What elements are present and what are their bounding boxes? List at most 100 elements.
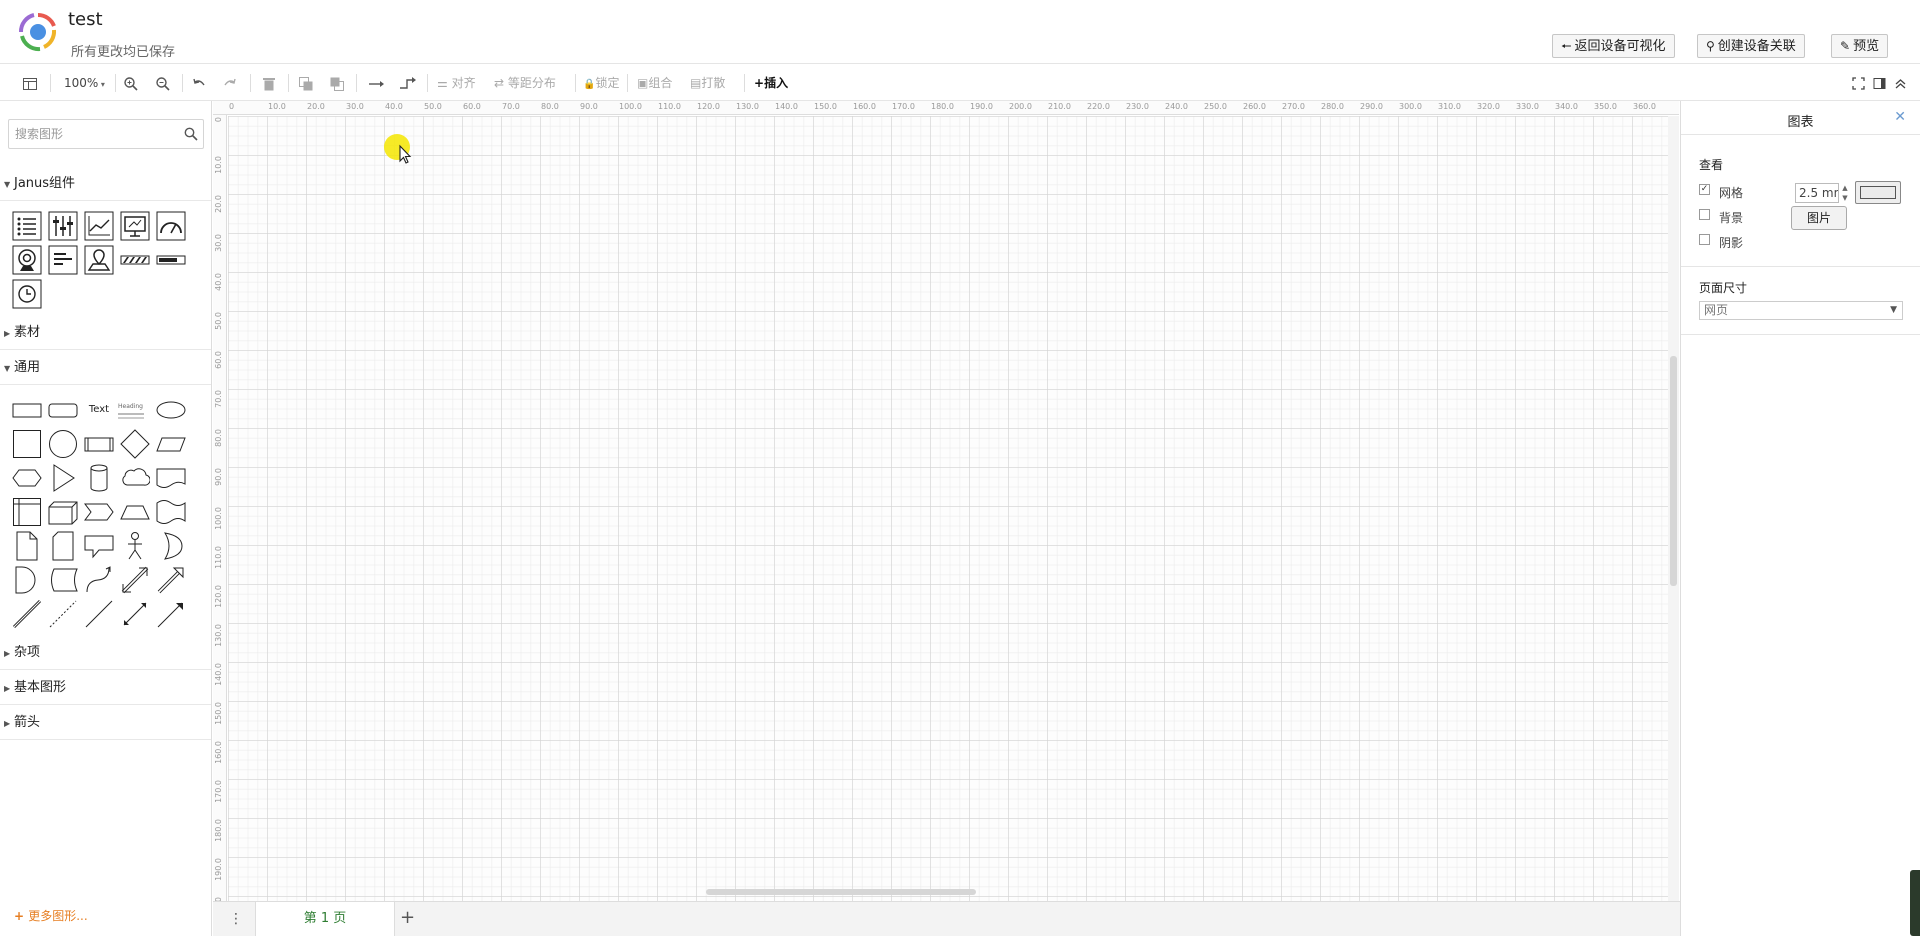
grid-color-button[interactable] — [1855, 181, 1901, 204]
tape-shape-icon[interactable] — [156, 497, 186, 527]
delay-shape-icon[interactable] — [12, 565, 42, 595]
list-widget-icon[interactable] — [12, 211, 42, 241]
search-icon[interactable] — [184, 127, 198, 141]
data-storage-shape-icon[interactable] — [48, 565, 78, 595]
back-to-visualization-button[interactable]: 🠔 返回设备可视化 — [1552, 34, 1675, 58]
text-shape-icon[interactable]: Text — [84, 395, 114, 425]
align-button[interactable]: ⚌ 对齐 — [437, 72, 476, 94]
card-shape-icon[interactable] — [48, 531, 78, 561]
webcam-widget-icon[interactable] — [12, 245, 42, 275]
section-basic-shapes[interactable]: ▶ 基本图形 — [0, 671, 211, 705]
rectangle-shape-icon[interactable] — [12, 395, 42, 425]
dashed-line-shape-icon[interactable] — [48, 599, 78, 629]
cube-shape-icon[interactable] — [48, 497, 78, 527]
zoom-in-icon[interactable] — [123, 72, 139, 94]
or-shape-icon[interactable] — [156, 531, 186, 561]
progress-bar-striped-icon[interactable] — [120, 245, 150, 275]
triangle-shape-icon[interactable] — [48, 463, 78, 493]
slider-widget-icon[interactable] — [48, 211, 78, 241]
section-arrows[interactable]: ▶ 箭头 — [0, 706, 211, 740]
text-block-widget-icon[interactable] — [48, 245, 78, 275]
section-misc[interactable]: ▶ 杂项 — [0, 636, 211, 670]
tab-page-1[interactable]: 第 1 页 — [255, 902, 395, 936]
link-shape-icon[interactable] — [12, 599, 42, 629]
callout-shape-icon[interactable] — [84, 531, 114, 561]
vertical-scrollbar-thumb[interactable] — [1670, 356, 1677, 586]
background-image-button[interactable]: 图片 — [1791, 206, 1847, 230]
section-general[interactable]: ▼ 通用 — [0, 351, 211, 385]
actor-shape-icon[interactable] — [120, 531, 150, 561]
grid-size-stepper[interactable]: ▲ ▼ — [1840, 183, 1850, 203]
grid-size-input[interactable]: 2.5 mm — [1795, 183, 1839, 203]
ruler-tick-label: 280.0 — [1321, 102, 1344, 111]
curve-shape-icon[interactable] — [84, 565, 114, 595]
document-shape-icon[interactable] — [156, 463, 186, 493]
rounded-rectangle-shape-icon[interactable] — [48, 395, 78, 425]
arrow-shape-icon[interactable] — [156, 565, 186, 595]
background-checkbox[interactable] — [1699, 209, 1710, 220]
document-title[interactable]: test — [68, 9, 103, 30]
heading-text-shape-icon[interactable]: Heading — [118, 395, 152, 425]
cloud-shape-icon[interactable] — [120, 463, 150, 493]
collapse-icon[interactable] — [1894, 72, 1907, 94]
redo-icon[interactable] — [222, 72, 238, 94]
close-icon[interactable]: ✕ — [1894, 109, 1906, 125]
grid-checkbox[interactable]: ✓ — [1699, 184, 1710, 195]
insert-menu-button[interactable]: +插入 — [754, 72, 788, 94]
toggle-format-panel-icon[interactable] — [1873, 72, 1886, 94]
vertical-ruler: 0 10.0 20.0 30.0 40.0 50.0 60.0 70.0 80.0 90.0 100… — [213, 115, 227, 920]
section-janus[interactable]: ▼ Janus组件 — [0, 167, 211, 201]
directional-connector-icon[interactable] — [156, 599, 186, 629]
fullscreen-icon[interactable] — [1852, 72, 1865, 94]
horizontal-scrollbar-thumb[interactable] — [706, 889, 976, 895]
diamond-shape-icon[interactable] — [120, 429, 150, 459]
lock-button[interactable]: 🔒锁定 — [583, 72, 619, 94]
square-shape-icon[interactable] — [12, 429, 42, 459]
page-size-select[interactable]: 网页 ▼ — [1699, 301, 1903, 320]
delete-icon[interactable] — [261, 72, 277, 94]
ruler-tick-label: 150.0 — [214, 702, 223, 725]
internal-storage-shape-icon[interactable] — [12, 497, 42, 527]
progress-bar-icon[interactable] — [156, 245, 186, 275]
cylinder-shape-icon[interactable] — [84, 463, 114, 493]
pages-menu-icon[interactable]: ⋮ — [229, 911, 243, 927]
bidirectional-connector-icon[interactable] — [120, 599, 150, 629]
line-shape-icon[interactable] — [84, 599, 114, 629]
format-panel-toggle-icon[interactable] — [22, 72, 38, 94]
hexagon-shape-icon[interactable] — [12, 463, 42, 493]
parallelogram-shape-icon[interactable] — [156, 429, 186, 459]
location-widget-icon[interactable] — [84, 245, 114, 275]
zoom-out-icon[interactable] — [155, 72, 171, 94]
bring-to-front-icon[interactable] — [298, 72, 314, 94]
section-materials[interactable]: ▶ 素材 — [0, 316, 211, 350]
circle-shape-icon[interactable] — [48, 429, 78, 459]
clock-widget-icon[interactable] — [12, 279, 42, 309]
undo-icon[interactable] — [191, 72, 207, 94]
side-widget-strip[interactable] — [1910, 870, 1920, 936]
ellipse-shape-icon[interactable] — [156, 395, 186, 425]
process-shape-icon[interactable] — [84, 429, 114, 459]
diagram-canvas-grid[interactable] — [228, 116, 1668, 902]
gauge-widget-icon[interactable] — [156, 211, 186, 241]
add-page-icon[interactable]: + — [400, 907, 415, 928]
bidirectional-arrow-shape-icon[interactable] — [120, 565, 150, 595]
create-device-link-button[interactable]: ⚲ 创建设备关联 — [1697, 34, 1805, 58]
group-button[interactable]: ▣组合 — [637, 72, 672, 94]
step-shape-icon[interactable] — [84, 497, 114, 527]
shadow-checkbox[interactable] — [1699, 234, 1710, 245]
monitor-widget-icon[interactable] — [120, 211, 150, 241]
distribute-button[interactable]: ⇄ 等距分布 — [494, 72, 556, 94]
trapezoid-shape-icon[interactable] — [120, 497, 150, 527]
waypoints-icon[interactable] — [399, 72, 417, 94]
ruler-tick-label: 160.0 — [214, 741, 223, 764]
preview-button[interactable]: ✎ 预览 — [1831, 34, 1889, 58]
more-shapes-link[interactable]: + 更多图形... — [14, 907, 88, 924]
shape-search-input[interactable] — [9, 120, 169, 148]
ungroup-button[interactable]: ▤打散 — [690, 72, 725, 94]
note-shape-icon[interactable] — [12, 531, 42, 561]
connection-straight-icon[interactable] — [368, 72, 386, 94]
zoom-level-dropdown[interactable]: 100% ▾ — [64, 72, 105, 94]
send-to-back-icon[interactable] — [329, 72, 345, 94]
line-chart-widget-icon[interactable] — [84, 211, 114, 241]
vertical-scrollbar[interactable] — [1668, 116, 1679, 902]
